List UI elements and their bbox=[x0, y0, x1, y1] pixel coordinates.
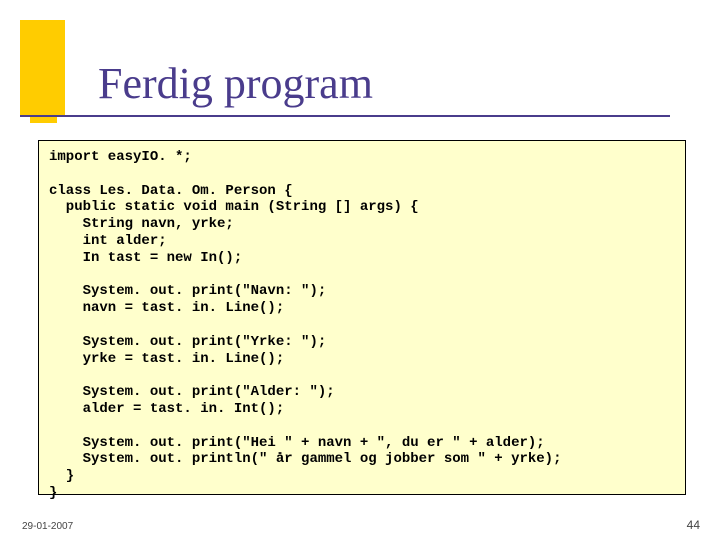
code-block: import easyIO. *; class Les. Data. Om. P… bbox=[38, 140, 686, 495]
accent-block bbox=[20, 20, 65, 115]
footer-date: 29-01-2007 bbox=[22, 521, 73, 532]
slide-title: Ferdig program bbox=[98, 58, 373, 109]
title-rule bbox=[20, 115, 670, 117]
footer-page-number: 44 bbox=[687, 518, 700, 532]
accent-underline bbox=[30, 117, 57, 123]
